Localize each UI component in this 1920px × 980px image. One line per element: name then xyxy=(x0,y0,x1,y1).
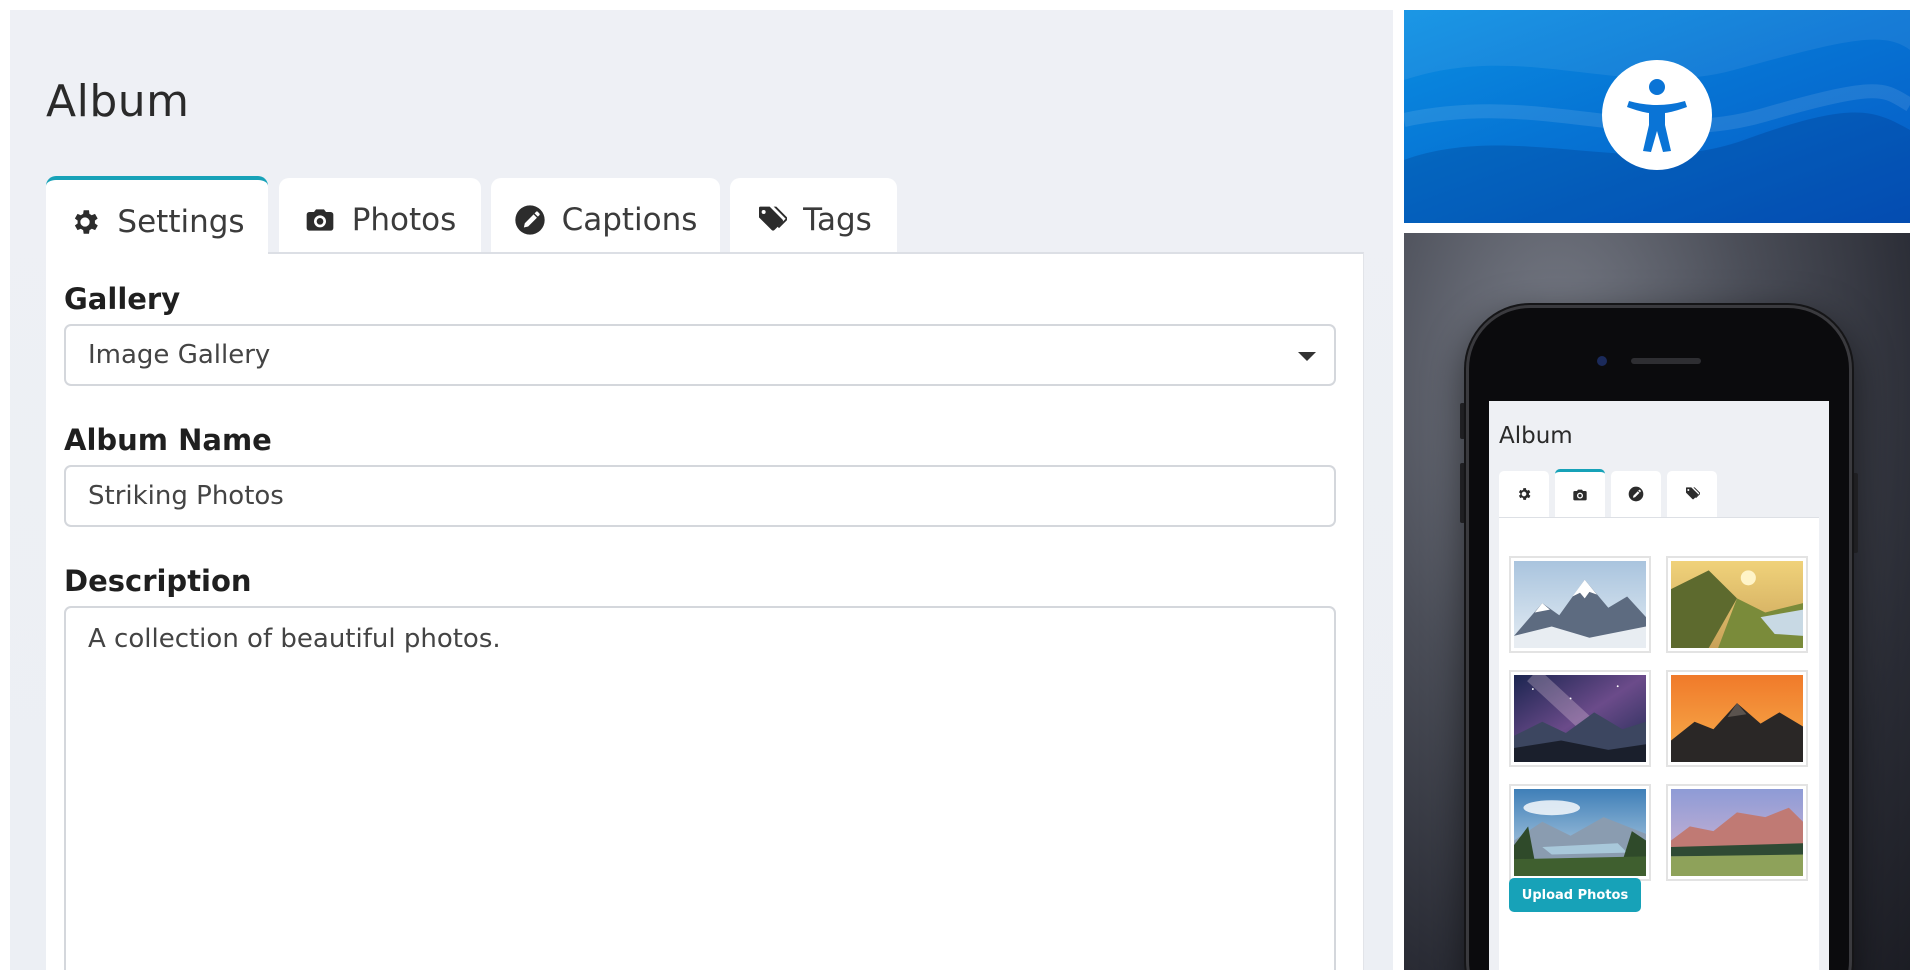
album-name-value: Striking Photos xyxy=(88,481,284,511)
gallery-select-value: Image Gallery xyxy=(88,340,271,370)
phone-power-button xyxy=(1853,473,1858,553)
pink-peaks-meadow-image xyxy=(1671,789,1803,876)
sunset-valley-image xyxy=(1671,561,1803,648)
photo-thumbnail[interactable] xyxy=(1666,556,1808,653)
settings-form: Gallery Image Gallery Album Name Strikin… xyxy=(46,252,1364,970)
camera-icon xyxy=(1573,489,1587,500)
tab-label: Captions xyxy=(561,202,698,238)
gear-icon xyxy=(75,210,99,234)
tags-icon xyxy=(1686,487,1700,500)
orange-sky-ridge-image xyxy=(1671,675,1803,762)
album-editor-panel: Album Settings Photos Captions Tags Gall… xyxy=(10,10,1393,970)
phone-side-button xyxy=(1460,403,1465,439)
phone-tab-photos[interactable] xyxy=(1555,469,1605,517)
photo-thumbnail[interactable] xyxy=(1666,784,1808,881)
camera-icon xyxy=(306,209,334,231)
phone-tab-captions[interactable] xyxy=(1611,471,1661,517)
album-name-label: Album Name xyxy=(64,423,272,457)
phone-tab-tags[interactable] xyxy=(1667,471,1717,517)
accessibility-icon-badge xyxy=(1602,60,1712,170)
description-value: A collection of beautiful photos. xyxy=(88,624,501,654)
tab-bar: Settings Photos Captions Tags xyxy=(46,168,1366,264)
phone-camera xyxy=(1597,356,1607,366)
tab-photos[interactable]: Photos xyxy=(279,178,481,262)
phone-photos-grid: Upload Photos xyxy=(1499,517,1819,970)
gallery-select[interactable]: Image Gallery xyxy=(64,324,1336,386)
photo-thumbnail[interactable] xyxy=(1509,670,1651,767)
tab-label: Tags xyxy=(803,202,872,238)
accessibility-banner xyxy=(1404,10,1910,223)
phone-page-title: Album xyxy=(1499,423,1573,449)
phone-tab-settings[interactable] xyxy=(1499,471,1549,517)
gear-icon xyxy=(1518,488,1531,500)
tab-tags[interactable]: Tags xyxy=(730,178,897,262)
phone-volume-button xyxy=(1460,463,1465,523)
description-label: Description xyxy=(64,564,252,598)
pencil-icon xyxy=(514,205,545,235)
milky-way-mountains-image xyxy=(1514,675,1646,762)
pencil-icon xyxy=(1628,486,1644,502)
photo-thumbnail[interactable] xyxy=(1509,784,1651,881)
tab-settings[interactable]: Settings xyxy=(46,176,268,264)
accessibility-icon xyxy=(1627,79,1687,152)
tab-label: Settings xyxy=(117,204,245,240)
phone-speaker xyxy=(1631,358,1701,364)
phone-screen: Album Upload Photos xyxy=(1489,401,1829,970)
album-name-input[interactable]: Striking Photos xyxy=(64,465,1336,527)
snowy-mountain-image xyxy=(1514,561,1646,648)
phone-preview-panel: Album Upload Photos xyxy=(1404,233,1910,970)
lake-valley-image xyxy=(1514,789,1646,876)
photo-thumbnail[interactable] xyxy=(1509,556,1651,653)
page-title: Album xyxy=(46,76,190,127)
gallery-label: Gallery xyxy=(64,282,181,316)
caret-down-icon xyxy=(1298,352,1316,361)
upload-photos-button[interactable]: Upload Photos xyxy=(1509,878,1641,912)
tags-icon xyxy=(759,206,788,231)
photo-thumbnail[interactable] xyxy=(1666,670,1808,767)
tab-label: Photos xyxy=(351,202,457,238)
tab-captions[interactable]: Captions xyxy=(491,178,720,262)
description-textarea[interactable]: A collection of beautiful photos. xyxy=(64,606,1336,970)
